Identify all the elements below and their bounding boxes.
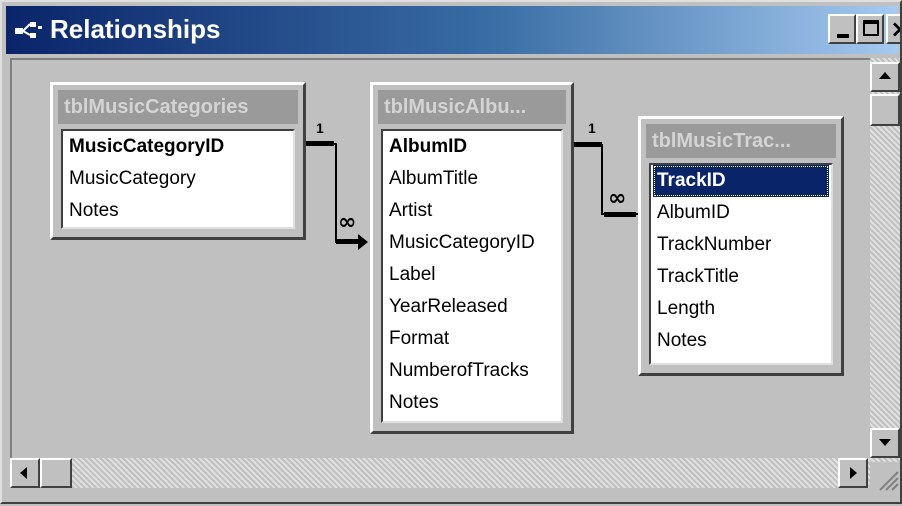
horizontal-scrollbar[interactable] (10, 458, 870, 488)
arrow-right-icon (850, 467, 857, 479)
table-title[interactable]: tblMusicTrac... (646, 124, 836, 158)
field-item[interactable]: MusicCategory (65, 163, 291, 195)
field-item[interactable]: NumberofTracks (385, 355, 559, 387)
relationship-one-label-1: 1 (316, 120, 324, 136)
field-item[interactable]: Notes (385, 387, 559, 419)
scroll-up-button[interactable] (870, 62, 900, 92)
arrow-up-icon (879, 72, 891, 79)
field-item[interactable]: TrackNumber (653, 229, 829, 261)
field-item-selected[interactable]: TrackID (653, 165, 829, 197)
resize-grip-icon (879, 471, 899, 491)
field-item[interactable]: AlbumID (653, 197, 829, 229)
field-item[interactable]: Format (385, 323, 559, 355)
table-music-tracks[interactable]: tblMusicTrac... TrackID AlbumID TrackNum… (638, 116, 844, 376)
field-item[interactable]: AlbumID (385, 131, 559, 163)
field-item[interactable]: MusicCategoryID (65, 131, 291, 163)
table-title[interactable]: tblMusicAlbu... (378, 90, 566, 124)
field-item[interactable]: AlbumTitle (385, 163, 559, 195)
field-item[interactable]: TrackTitle (653, 261, 829, 293)
field-list[interactable]: MusicCategoryID MusicCategory Notes (61, 129, 295, 229)
arrow-left-icon (20, 467, 27, 479)
field-item[interactable]: Label (385, 259, 559, 291)
field-list[interactable]: AlbumID AlbumTitle Artist MusicCategoryI… (381, 129, 563, 423)
field-item[interactable]: MusicCategoryID (385, 227, 559, 259)
vertical-scrollbar[interactable] (870, 58, 900, 462)
scroll-left-button[interactable] (10, 458, 40, 488)
relationships-window: Relationships × 1 ∞ 1 ∞ tblMus (0, 0, 902, 504)
scroll-down-button[interactable] (870, 428, 900, 458)
field-item[interactable]: Artist (385, 195, 559, 227)
relationship-line-categories-albums[interactable] (304, 141, 368, 250)
scroll-right-button[interactable] (838, 458, 868, 488)
table-title[interactable]: tblMusicCategories (58, 90, 298, 124)
table-music-categories[interactable]: tblMusicCategories MusicCategoryID Music… (50, 82, 306, 240)
relationship-many-label-1: ∞ (338, 210, 357, 235)
field-list[interactable]: TrackID AlbumID TrackNumber TrackTitle L… (649, 163, 833, 365)
relationship-one-label-2: 1 (588, 120, 596, 136)
size-grip[interactable] (870, 462, 900, 492)
field-item[interactable]: YearReleased (385, 291, 559, 323)
field-item[interactable]: Notes (65, 195, 291, 227)
arrow-down-icon (879, 439, 891, 446)
horizontal-scroll-thumb[interactable] (40, 458, 72, 488)
vertical-scroll-thumb[interactable] (870, 94, 900, 126)
relationship-line-albums-tracks[interactable] (572, 142, 638, 217)
relationship-many-label-2: ∞ (608, 186, 627, 211)
field-item[interactable]: Notes (653, 325, 829, 357)
table-music-albums[interactable]: tblMusicAlbu... AlbumID AlbumTitle Artis… (370, 82, 574, 434)
field-item[interactable]: Length (653, 293, 829, 325)
